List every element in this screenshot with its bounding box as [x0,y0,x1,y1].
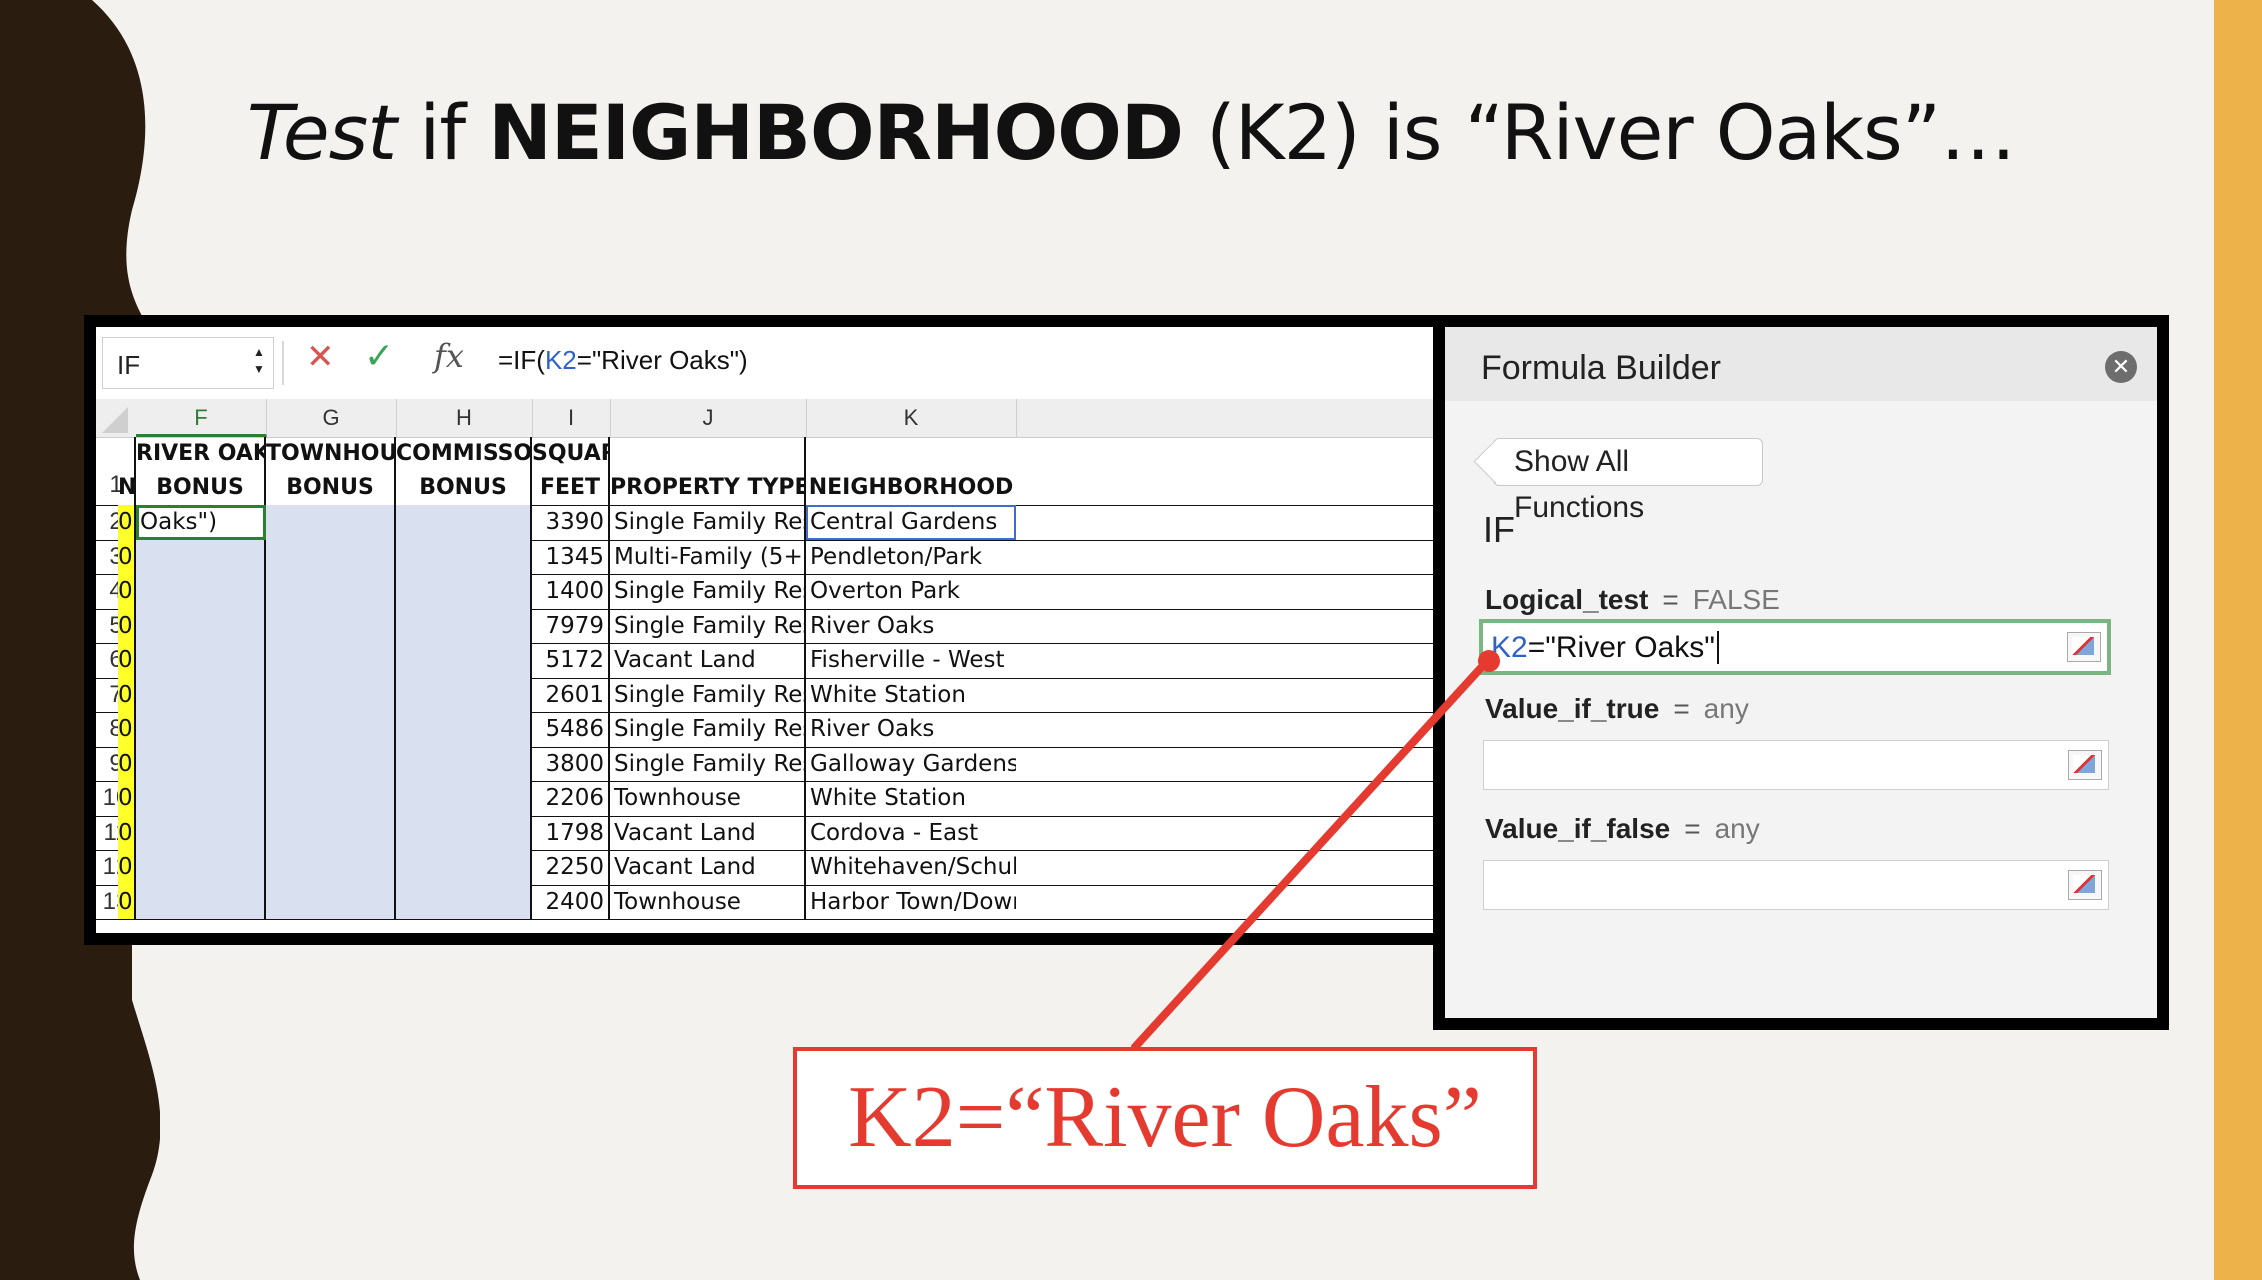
slide: Test if NEIGHBORHOOD (K2) is “River Oaks… [0,0,2262,1280]
annotation-callout: K2=“River Oaks” [793,1047,1537,1189]
annotation-text: K2=“River Oaks” [848,1069,1482,1166]
